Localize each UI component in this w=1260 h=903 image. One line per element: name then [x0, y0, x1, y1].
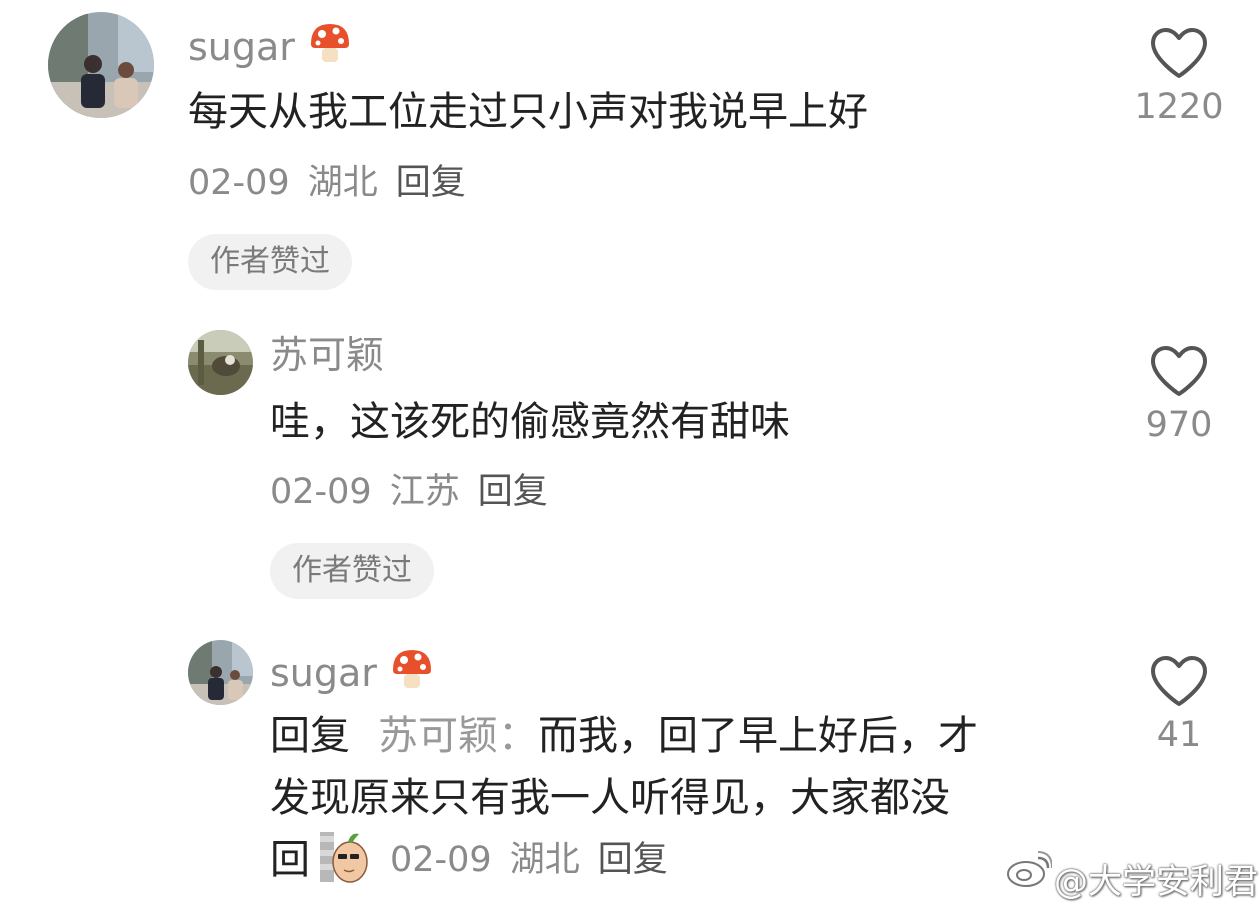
comment-date: 02-09: [188, 163, 290, 203]
reply-to-name[interactable]: 苏可颖: [378, 713, 498, 759]
username[interactable]: sugar: [188, 20, 353, 66]
username-text[interactable]: sugar: [188, 25, 295, 69]
comment-text-line2: 发现原来只有我一人听得见，大家都没: [270, 775, 950, 821]
comment-meta: 02-09 江苏 回复: [270, 475, 566, 510]
comment-text-line1: 回复 苏可颖：而我，回了早上好后，才: [270, 716, 978, 756]
comment-meta: 02-09 湖北 回复: [188, 166, 484, 201]
comment-text: 每天从我工位走过只小声对我说早上好: [188, 89, 868, 135]
heart-icon: [1151, 346, 1207, 396]
reply-button[interactable]: 回复: [478, 472, 548, 512]
avatar[interactable]: [188, 330, 253, 395]
comment-date: 02-09: [390, 840, 492, 880]
weibo-icon: [1004, 850, 1053, 890]
heart-icon: [1151, 28, 1207, 78]
comment-text: 哇，这该死的偷感竟然有甜味: [270, 399, 790, 445]
comment-location: 湖北: [509, 840, 580, 880]
watermark: @大学安利君: [1054, 862, 1258, 902]
username-text[interactable]: sugar: [270, 651, 377, 695]
avatar[interactable]: [188, 640, 253, 705]
author-liked-chip: 作者赞过: [270, 543, 434, 599]
reply-to-mention[interactable]: 苏可颖：: [378, 713, 538, 759]
comment-meta: 02-09 湖北 回复: [390, 843, 686, 878]
like-count: 970: [1145, 405, 1213, 445]
reply-colon: ：: [498, 713, 538, 759]
author-liked-chip: 作者赞过: [188, 234, 352, 290]
like-count: 1220: [1134, 87, 1224, 127]
peeking-peanut-sticker: [318, 828, 370, 884]
comment-location: 湖北: [307, 163, 378, 203]
reply-prefix: 回复: [270, 713, 350, 759]
comment-date: 02-09: [270, 472, 372, 512]
like-button[interactable]: 1220: [1129, 26, 1229, 125]
reply-button[interactable]: 回复: [598, 840, 668, 880]
heart-icon: [1151, 656, 1207, 706]
comment-text-segment: 而我，回了早上好后，才: [538, 713, 978, 759]
mushroom-icon: [307, 20, 353, 66]
username[interactable]: 苏可颖: [270, 336, 384, 374]
username[interactable]: sugar: [270, 646, 435, 692]
comment-text-line3: 回: [270, 837, 310, 883]
mushroom-icon: [389, 646, 435, 692]
like-count: 41: [1156, 715, 1202, 755]
comment-location: 江苏: [389, 472, 460, 512]
like-button[interactable]: 970: [1129, 344, 1229, 443]
reply-button[interactable]: 回复: [396, 163, 466, 203]
avatar[interactable]: [48, 12, 154, 118]
like-button[interactable]: 41: [1129, 654, 1229, 753]
